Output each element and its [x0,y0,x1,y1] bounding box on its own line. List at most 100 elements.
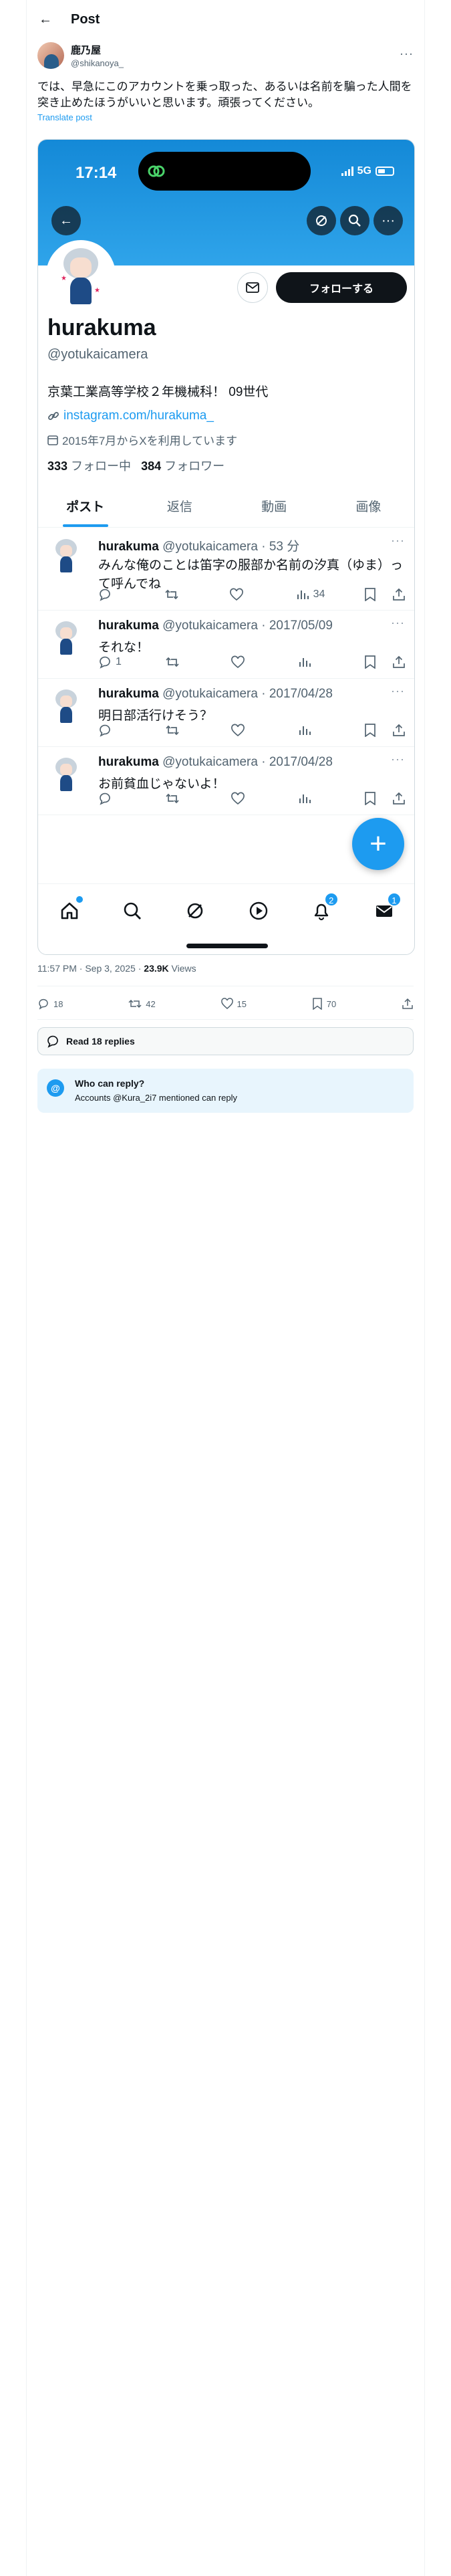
reply-button[interactable]: 18 [37,998,63,1010]
views-icon[interactable]: 34 [296,588,325,601]
views-icon[interactable] [298,792,325,805]
follow-button[interactable]: フォローする [276,272,407,303]
share-button[interactable] [402,998,414,1010]
tweet-author-name[interactable]: hurakuma [98,755,159,769]
more-icon[interactable]: ··· [391,752,405,766]
repost-icon[interactable] [165,655,192,669]
more-icon[interactable]: ··· [400,47,414,61]
tab-replies[interactable]: 返信 [132,488,227,527]
more-icon[interactable]: ··· [391,616,405,630]
repost-icon[interactable] [165,792,192,805]
grok-icon[interactable] [180,896,210,926]
back-arrow-icon[interactable]: ← [51,206,81,235]
search-icon[interactable] [118,896,147,926]
home-dot [76,895,84,903]
envelope-icon[interactable]: 1 [369,891,402,926]
post-actions: 18 42 15 70 [37,994,414,1014]
mail-icon[interactable] [237,272,268,303]
like-icon[interactable] [231,655,258,669]
repost-count: 42 [146,998,156,1009]
search-icon[interactable] [340,206,369,235]
tweet-author-name[interactable]: hurakuma [98,619,159,633]
play-icon[interactable] [244,896,273,926]
link-rings-icon [148,165,165,177]
post-author[interactable]: 鹿乃屋 @shikanoya_ ··· [27,39,424,70]
dynamic-island [138,152,311,191]
bookmark-icon[interactable] [364,792,376,805]
tweet-author-name[interactable]: hurakuma [98,687,159,701]
like-button[interactable]: 15 [220,998,247,1010]
more-icon[interactable]: ··· [391,684,405,698]
views-icon[interactable] [298,724,325,737]
messages-badge: 1 [386,891,402,907]
grok-icon[interactable] [307,206,336,235]
bookmark-icon[interactable] [364,724,376,737]
bookmark-icon[interactable] [364,588,376,601]
followers-count[interactable]: 384 [141,459,161,473]
repost-icon[interactable] [164,588,191,601]
repost-button[interactable]: 42 [128,998,156,1010]
page-title: Post [71,11,100,27]
profile-avatar[interactable]: ★ ★ [46,240,116,310]
views-icon[interactable] [298,655,325,669]
tweet-header: hurakuma @yotukaicamera · 2017/04/28 [98,755,333,770]
divider [37,1019,414,1020]
attached-image[interactable]: 17:14 5G ← ··· ★ ★ フォローする hurakuma @yotu… [37,139,415,955]
left-gutter [0,0,27,2576]
post-text: では、早急にこのアカウントを乗っ取った、あるいは名前を騙った人間を突き止めたほう… [37,80,412,109]
like-icon[interactable] [231,792,258,805]
post-timestamp[interactable]: 11:57 PM · Sep 3, 2025 · [37,963,144,974]
tweet-row[interactable]: hurakuma @yotukaicamera · 2017/05/09 ··· そ… [38,611,414,679]
avatar[interactable] [47,619,85,656]
bookmark-icon[interactable] [364,655,376,669]
following-label[interactable]: フォロー中 [67,459,131,473]
avatar[interactable] [47,536,85,574]
tab-videos[interactable]: 動画 [227,488,321,527]
home-icon[interactable] [55,895,84,926]
tweet-author-name[interactable]: hurakuma [98,540,159,554]
reply-icon[interactable] [98,792,125,805]
reply-icon [47,1035,58,1048]
tweet-actions [98,790,406,807]
signal-icon [341,167,353,176]
tweet-row[interactable]: hurakuma @yotukaicamera · 53 分 ··· みんな俺のこと… [38,528,414,611]
bell-icon[interactable]: 2 [307,891,339,926]
tab-images[interactable]: 画像 [321,488,414,527]
profile-link-text[interactable]: instagram.com/hurakuma_ [63,409,214,423]
tweet-row[interactable]: hurakuma @yotukaicamera · 2017/04/28 ··· 明… [38,679,414,747]
reply-icon[interactable]: 1 [98,655,125,669]
repost-icon[interactable] [165,724,192,737]
followers-label[interactable]: フォロワー [161,459,224,473]
read-replies-button[interactable]: Read 18 replies [37,1027,414,1055]
author-username[interactable]: @shikanoya_ [71,58,124,68]
author-display-name[interactable]: 鹿乃屋 [71,43,124,57]
share-icon[interactable] [392,724,406,737]
profile-tabs: ポスト 返信 動画 画像 [38,488,414,528]
following-count[interactable]: 333 [47,459,67,473]
back-arrow-icon[interactable]: ← [39,12,65,27]
like-icon[interactable] [231,724,258,737]
reply-icon[interactable] [98,588,125,601]
more-icon[interactable]: ··· [391,534,405,548]
bookmark-button[interactable]: 70 [312,998,336,1010]
plus-icon[interactable]: + [352,818,404,870]
share-icon[interactable] [392,588,406,601]
share-icon[interactable] [392,792,406,805]
share-icon[interactable] [392,655,406,669]
like-icon[interactable] [230,588,257,601]
reply-count: 18 [53,998,63,1009]
reply-icon [39,998,48,1010]
network-label: 5G [357,165,371,177]
avatar[interactable] [47,755,85,792]
avatar[interactable] [37,42,64,69]
profile-link[interactable]: instagram.com/hurakuma_ [47,409,214,423]
share-icon [402,998,413,1009]
tab-posts[interactable]: ポスト [38,488,132,527]
avatar[interactable] [47,687,85,724]
tweet-actions: 1 [98,653,406,671]
tweet-row[interactable]: hurakuma @yotukaicamera · 2017/04/28 ··· お… [38,747,414,815]
more-icon[interactable]: ··· [373,206,403,235]
translate-link[interactable]: Translate post [27,111,424,122]
tweet-actions: 34 [98,586,406,603]
reply-icon[interactable] [98,724,125,737]
